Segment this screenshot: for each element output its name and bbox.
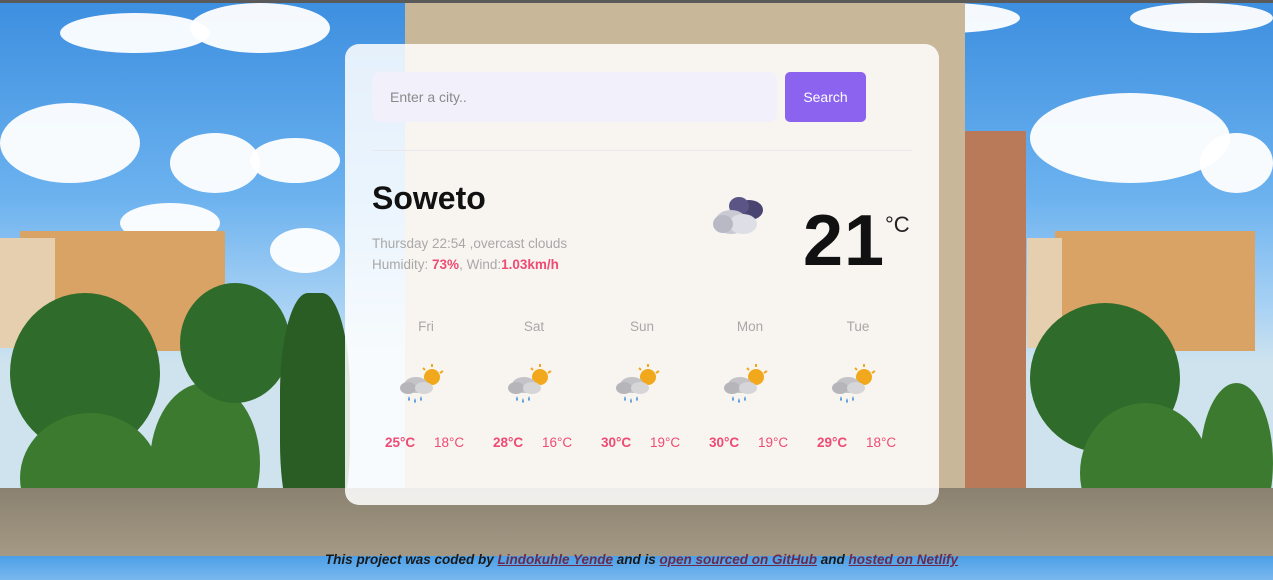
city-search-input[interactable]: [372, 72, 777, 122]
footer: This project was coded by Lindokuhle Yen…: [324, 552, 959, 567]
forecast-max-temp: 30°C: [601, 435, 632, 450]
overcast-clouds-icon: [713, 197, 763, 234]
forecast-min-temp: 16°C: [542, 435, 573, 450]
wind-value: 1.03km/h: [501, 257, 559, 272]
current-temperature: 21: [803, 201, 886, 281]
sun-cloud-rain-icon: [400, 364, 444, 403]
search-button[interactable]: Search: [785, 72, 866, 122]
weather-card: Search Soweto Thursday 22:54 ,overcast c…: [345, 44, 939, 505]
humidity-wind: Humidity: 73%, Wind:1.03km/h: [372, 257, 559, 272]
forecast-day: Sat 28°C 16°C: [480, 316, 588, 466]
netlify-link[interactable]: hosted on Netlify: [849, 552, 959, 567]
city-name: Soweto: [372, 180, 486, 216]
forecast-min-temp: 19°C: [650, 435, 681, 450]
forecast-day-name: Mon: [736, 319, 764, 334]
forecast-day-name: Fri: [418, 319, 434, 334]
sun-cloud-rain-icon: [616, 364, 660, 403]
forecast-max-temp: 28°C: [493, 435, 524, 450]
forecast-min-temp: 19°C: [758, 435, 789, 450]
forecast-day: Sun 30°C 19°C: [588, 316, 696, 466]
forecast-min-temp: 18°C: [866, 435, 897, 450]
github-link[interactable]: open sourced on GitHub: [660, 552, 818, 567]
forecast-day-name: Tue: [846, 319, 870, 334]
author-link[interactable]: Lindokuhle Yende: [497, 552, 613, 567]
forecast-day: Fri 25°C 18°C: [372, 316, 480, 466]
forecast-day-name: Sun: [629, 319, 655, 334]
forecast-day: Mon 30°C 19°C: [696, 316, 804, 466]
forecast-day-name: Sat: [523, 319, 545, 334]
forecast-day: Tue 29°C 18°C: [804, 316, 912, 466]
forecast-max-temp: 29°C: [817, 435, 848, 450]
sun-cloud-rain-icon: [508, 364, 552, 403]
date-description: Thursday 22:54 ,overcast clouds: [372, 236, 568, 251]
forecast-max-temp: 30°C: [709, 435, 740, 450]
forecast: Fri 25°C 18°C Sat 28°C 16°C Sun 30°C 19°…: [372, 316, 912, 466]
humidity-value: 73%: [432, 257, 460, 272]
sun-cloud-rain-icon: [724, 364, 768, 403]
temperature-unit[interactable]: °C: [885, 212, 910, 238]
forecast-max-temp: 25°C: [385, 435, 416, 450]
sun-cloud-rain-icon: [832, 364, 876, 403]
forecast-min-temp: 18°C: [434, 435, 465, 450]
divider: [372, 150, 912, 151]
